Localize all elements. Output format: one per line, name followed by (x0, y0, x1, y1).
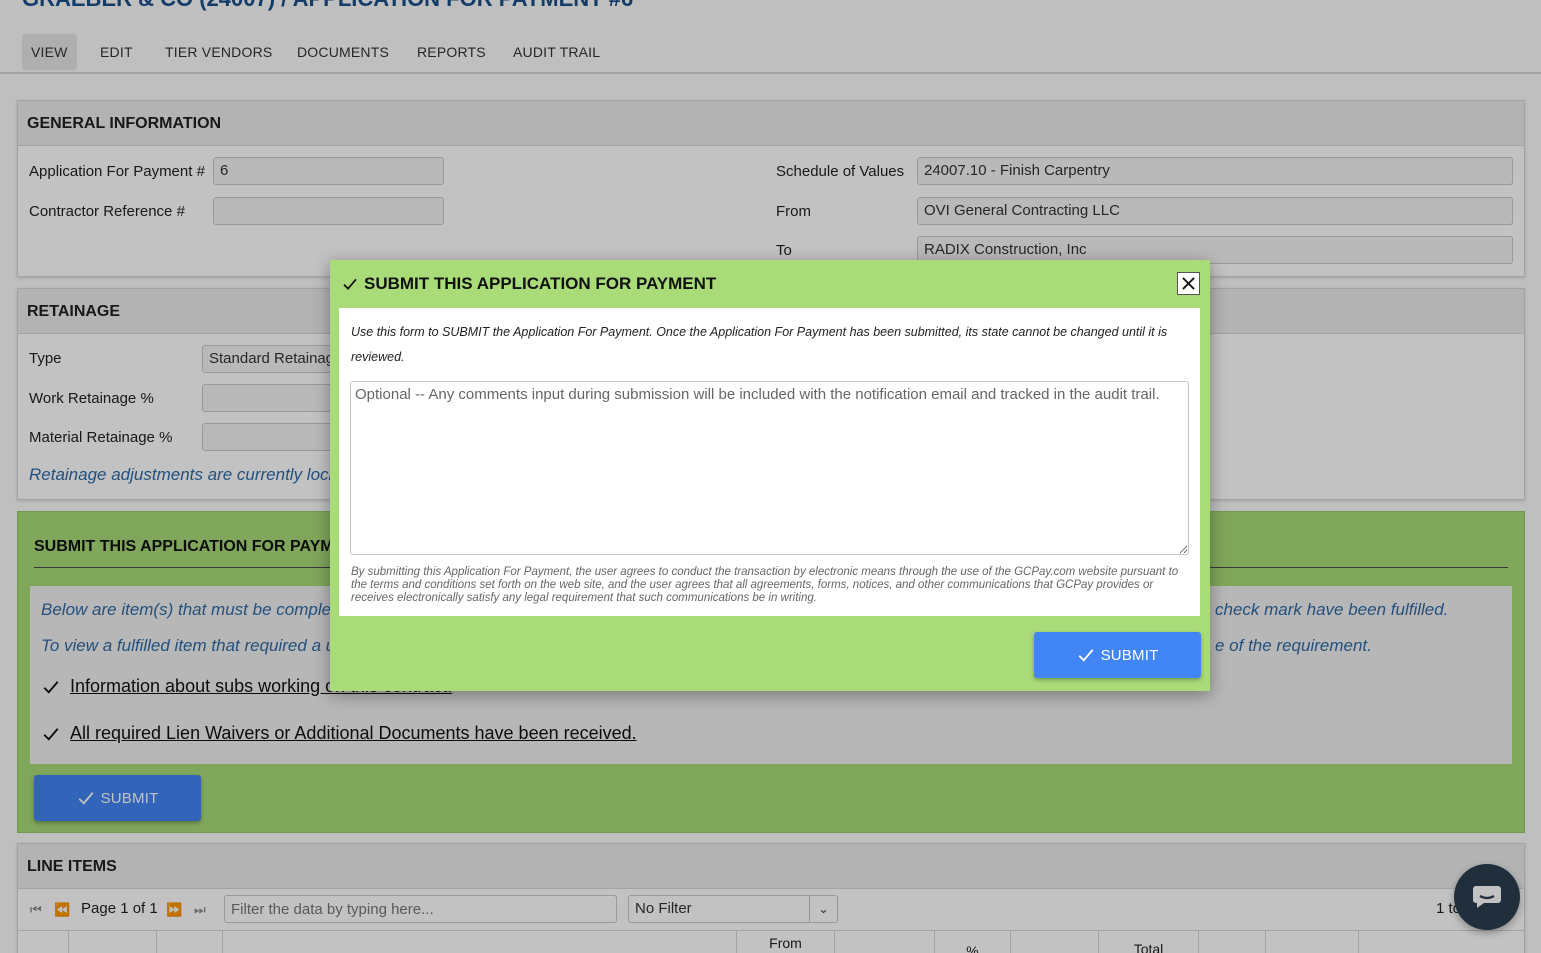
modal-submit-button[interactable]: SUBMIT (1034, 632, 1201, 678)
close-icon (1182, 277, 1195, 290)
legal-disclaimer: By submitting this Application For Payme… (351, 566, 1179, 604)
modal-close-button[interactable] (1177, 272, 1200, 295)
modal-title: SUBMIT THIS APPLICATION FOR PAYMENT (342, 274, 716, 294)
modal-title-text: SUBMIT THIS APPLICATION FOR PAYMENT (364, 274, 717, 293)
check-icon (343, 278, 357, 290)
modal-description: Use this form to SUBMIT the Application … (351, 325, 1168, 364)
check-icon (1078, 649, 1093, 662)
modal-submit-label: SUBMIT (1100, 646, 1159, 664)
submit-modal: SUBMIT THIS APPLICATION FOR PAYMENT Use … (330, 260, 1210, 691)
submission-comments-input[interactable] (350, 381, 1189, 555)
modal-body: Use this form to SUBMIT the Application … (339, 308, 1200, 616)
